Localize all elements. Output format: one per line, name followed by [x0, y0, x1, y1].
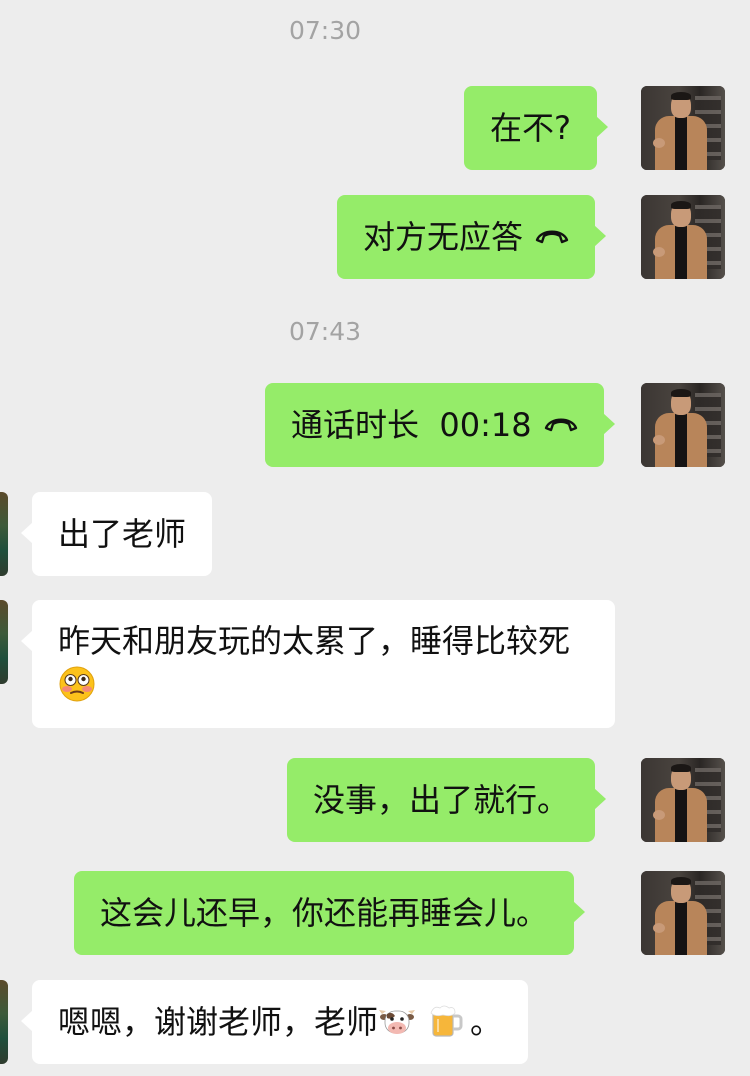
message-bubble-received[interactable]: 出了老师 — [20, 492, 213, 576]
contact-avatar[interactable] — [0, 600, 8, 684]
beer-mug-emoji — [430, 1005, 463, 1037]
message-text: 对方无应答 — [363, 218, 524, 256]
hangup-icon — [535, 230, 569, 244]
message-bubble-sent[interactable]: 在不? — [464, 86, 608, 170]
message-text: 嗯嗯，谢谢老师，老师 — [58, 1003, 379, 1041]
my-avatar[interactable] — [641, 871, 725, 955]
message-text: 昨天和朋友玩的太累了，睡得比较死 — [58, 622, 571, 660]
my-avatar[interactable] — [641, 86, 725, 170]
message-text: 在不? — [490, 109, 571, 147]
my-avatar[interactable] — [641, 758, 725, 842]
my-avatar[interactable] — [641, 195, 725, 279]
message-text: 出了老师 — [58, 515, 187, 553]
message-text: 通话时长 00:18 — [291, 406, 532, 444]
flushed-face-emoji — [59, 666, 95, 702]
contact-avatar[interactable] — [0, 980, 8, 1064]
contact-avatar[interactable] — [0, 492, 8, 576]
call-record-bubble[interactable]: 通话时长 00:18 — [265, 383, 615, 467]
my-avatar[interactable] — [641, 383, 725, 467]
cow-face-emoji — [379, 1010, 416, 1034]
message-bubble-received[interactable]: 嗯嗯，谢谢老师，老师 。 — [20, 980, 529, 1064]
call-record-bubble[interactable]: 对方无应答 — [337, 195, 607, 279]
message-bubble-sent[interactable]: 这会儿还早，你还能再睡会儿。 — [74, 871, 586, 955]
timestamp: 07:43 — [288, 317, 362, 346]
message-suffix: 。 — [470, 1003, 503, 1041]
message-text: 这会儿还早，你还能再睡会儿。 — [100, 894, 549, 932]
hangup-icon — [544, 418, 577, 432]
timestamp: 07:30 — [288, 16, 362, 45]
message-text: 没事，出了就行。 — [313, 781, 570, 819]
message-bubble-received[interactable]: 昨天和朋友玩的太累了，睡得比较死 — [21, 600, 615, 728]
message-bubble-sent[interactable]: 没事，出了就行。 — [287, 758, 607, 842]
